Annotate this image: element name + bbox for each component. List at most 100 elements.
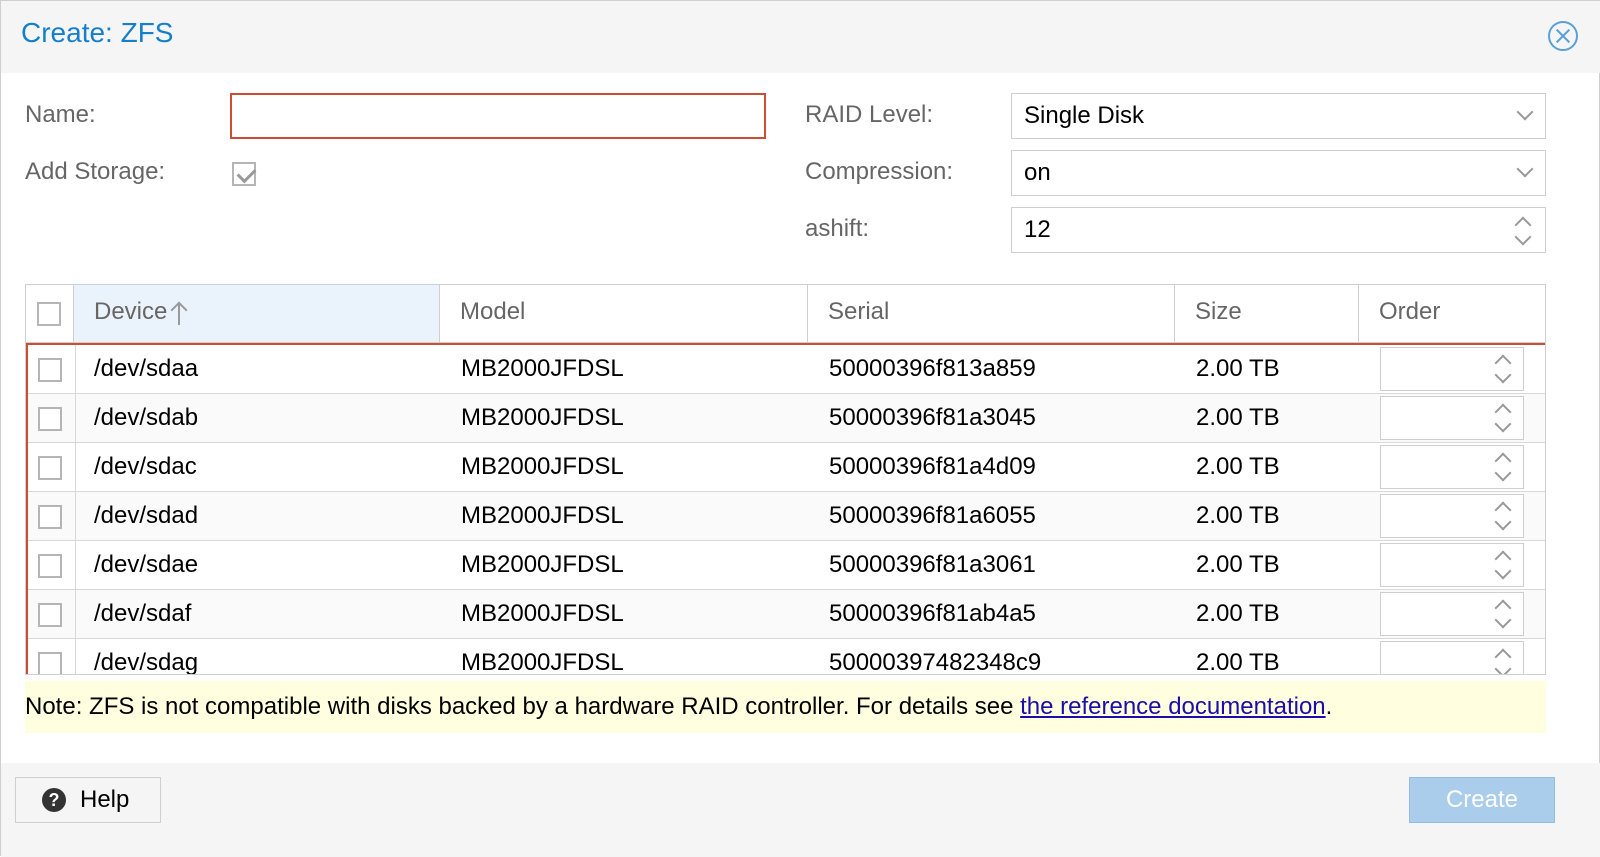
name-input[interactable]	[230, 93, 766, 139]
spinner-icon[interactable]	[1494, 648, 1512, 674]
select-all-column	[26, 285, 74, 342]
spinner-icon[interactable]	[1494, 452, 1512, 482]
device-cell: /dev/sdaa	[94, 355, 199, 382]
order-spinner[interactable]	[1380, 494, 1524, 538]
raid-level-value: Single Disk	[1024, 102, 1145, 129]
dialog-title: Create: ZFS	[21, 17, 174, 48]
help-button-label: Help	[80, 786, 130, 813]
column-header-serial[interactable]: Serial	[808, 285, 1175, 342]
row-checkbox-cell	[28, 443, 76, 491]
row-checkbox[interactable]	[38, 603, 62, 627]
help-button[interactable]: ? Help	[15, 777, 161, 823]
compression-label: Compression:	[805, 158, 954, 185]
table-row[interactable]: /dev/sdad MB2000JFDSL 50000396f81a6055 2…	[28, 492, 1545, 541]
ashift-spinner-field[interactable]: 12	[1011, 207, 1546, 253]
row-checkbox-cell	[28, 541, 76, 589]
serial-cell: 50000396f81a4d09	[829, 453, 1036, 480]
row-checkbox-cell	[28, 345, 76, 393]
help-icon: ?	[42, 788, 66, 812]
spinner-icon[interactable]	[1514, 216, 1532, 246]
close-icon[interactable]	[1548, 21, 1578, 51]
name-label: Name:	[25, 101, 96, 128]
raid-level-select[interactable]: Single Disk	[1011, 93, 1546, 139]
spinner-icon[interactable]	[1494, 550, 1512, 580]
size-cell: 2.00 TB	[1196, 502, 1280, 529]
size-cell: 2.00 TB	[1196, 355, 1280, 382]
serial-cell: 50000396f81ab4a5	[829, 600, 1036, 627]
device-cell: /dev/sdab	[94, 404, 199, 431]
row-checkbox[interactable]	[38, 407, 62, 431]
device-cell: /dev/sdac	[94, 453, 197, 480]
chevron-down-icon[interactable]	[1516, 103, 1534, 121]
serial-cell: 50000397482348c9	[829, 649, 1042, 675]
note-text: Note: ZFS is not compatible with disks b…	[25, 693, 1021, 720]
serial-cell: 50000396f81a6055	[829, 502, 1036, 529]
table-row[interactable]: /dev/sdab MB2000JFDSL 50000396f81a3045 2…	[28, 394, 1545, 443]
spinner-icon[interactable]	[1494, 501, 1512, 531]
note-suffix: .	[1325, 693, 1333, 720]
ashift-label: ashift:	[805, 215, 870, 242]
row-checkbox-cell	[28, 394, 76, 442]
spinner-icon[interactable]	[1494, 354, 1512, 384]
size-cell: 2.00 TB	[1196, 551, 1280, 578]
checkmark-icon	[236, 163, 257, 184]
order-spinner[interactable]	[1380, 543, 1524, 587]
disk-grid: Device Model Serial Size Order /dev/sdaa…	[25, 284, 1546, 675]
column-header-device-label: Device	[94, 298, 168, 325]
spinner-icon[interactable]	[1494, 403, 1512, 433]
zfs-compat-note: Note: ZFS is not compatible with disks b…	[25, 681, 1546, 733]
dialog-titlebar: Create: ZFS	[1, 1, 1600, 73]
model-cell: MB2000JFDSL	[461, 600, 624, 627]
table-row[interactable]: /dev/sdaa MB2000JFDSL 50000396f813a859 2…	[28, 345, 1545, 394]
order-spinner[interactable]	[1380, 347, 1524, 391]
row-checkbox[interactable]	[38, 505, 62, 529]
sort-ascending-icon	[169, 301, 189, 325]
model-cell: MB2000JFDSL	[461, 551, 624, 578]
device-cell: /dev/sdag	[94, 649, 199, 675]
table-row[interactable]: /dev/sdac MB2000JFDSL 50000396f81a4d09 2…	[28, 443, 1545, 492]
row-checkbox-cell	[28, 492, 76, 540]
row-checkbox-cell	[28, 590, 76, 638]
add-storage-checkbox[interactable]	[232, 162, 257, 186]
row-checkbox[interactable]	[38, 554, 62, 578]
table-row[interactable]: /dev/sdag MB2000JFDSL 50000397482348c9 2…	[28, 639, 1545, 675]
ashift-value: 12	[1024, 216, 1051, 243]
order-spinner[interactable]	[1380, 445, 1524, 489]
model-cell: MB2000JFDSL	[461, 649, 624, 675]
column-header-size[interactable]: Size	[1175, 285, 1359, 342]
grid-body: /dev/sdaa MB2000JFDSL 50000396f813a859 2…	[26, 343, 1545, 675]
column-header-order[interactable]: Order	[1359, 285, 1545, 342]
size-cell: 2.00 TB	[1196, 600, 1280, 627]
dialog-footer: ? Help Create	[1, 763, 1600, 857]
column-header-model[interactable]: Model	[440, 285, 808, 342]
row-checkbox-cell	[28, 639, 76, 674]
column-header-device[interactable]: Device	[74, 285, 440, 342]
size-cell: 2.00 TB	[1196, 649, 1280, 675]
add-storage-label: Add Storage:	[25, 158, 166, 185]
row-checkbox[interactable]	[38, 358, 62, 382]
device-cell: /dev/sdaf	[94, 600, 192, 627]
compression-select[interactable]: on	[1011, 150, 1546, 196]
chevron-down-icon[interactable]	[1516, 160, 1534, 178]
grid-header: Device Model Serial Size Order	[26, 285, 1545, 343]
order-spinner[interactable]	[1380, 396, 1524, 440]
model-cell: MB2000JFDSL	[461, 404, 624, 431]
row-checkbox[interactable]	[38, 456, 62, 480]
device-cell: /dev/sdad	[94, 502, 199, 529]
raid-level-label: RAID Level:	[805, 101, 934, 128]
order-spinner[interactable]	[1380, 592, 1524, 636]
serial-cell: 50000396f81a3045	[829, 404, 1036, 431]
row-checkbox[interactable]	[38, 652, 62, 674]
table-row[interactable]: /dev/sdae MB2000JFDSL 50000396f81a3061 2…	[28, 541, 1545, 590]
model-cell: MB2000JFDSL	[461, 502, 624, 529]
spinner-icon[interactable]	[1494, 599, 1512, 629]
size-cell: 2.00 TB	[1196, 453, 1280, 480]
order-spinner[interactable]	[1380, 641, 1524, 674]
table-row[interactable]: /dev/sdaf MB2000JFDSL 50000396f81ab4a5 2…	[28, 590, 1545, 639]
reference-docs-link[interactable]: the reference documentation	[1020, 693, 1326, 720]
compression-value: on	[1024, 159, 1051, 186]
select-all-checkbox[interactable]	[37, 302, 61, 326]
create-zfs-dialog: Create: ZFS Name: Add Storage: RAID Leve…	[0, 0, 1600, 857]
model-cell: MB2000JFDSL	[461, 453, 624, 480]
create-button[interactable]: Create	[1409, 777, 1555, 823]
